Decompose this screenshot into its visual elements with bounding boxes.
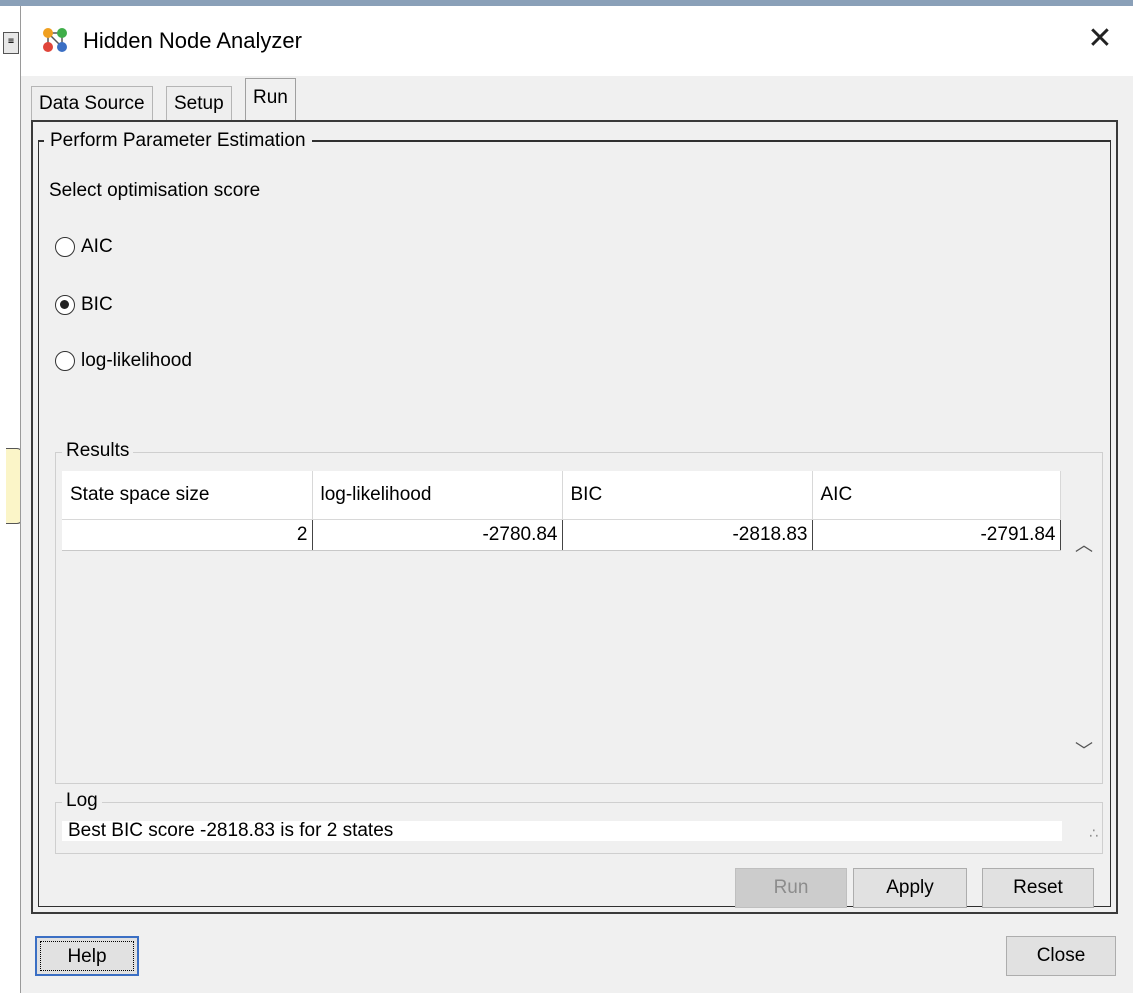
radio-aic[interactable]: AIC [55, 234, 113, 260]
results-legend: Results [62, 440, 134, 462]
window-title: Hidden Node Analyzer [83, 28, 302, 53]
parameter-estimation-group: Perform Parameter Estimation Select opti… [38, 130, 1111, 908]
radio-bic[interactable]: BIC [55, 292, 113, 318]
cell-log-likelihood[interactable]: -2780.84 [312, 519, 563, 551]
column-header-state-space-size[interactable]: State space size [62, 471, 313, 520]
app-network-icon [43, 28, 67, 52]
results-header-row: State space size log-likelihood BIC AIC [62, 471, 1061, 520]
tab-run[interactable]: Run [245, 78, 296, 120]
cell-aic[interactable]: -2791.84 [812, 519, 1061, 551]
radio-log-likelihood[interactable]: log-likelihood [55, 348, 192, 374]
results-table: State space size log-likelihood BIC AIC … [62, 471, 1061, 551]
title-bar: Hidden Node Analyzer ✕ [21, 6, 1133, 76]
results-group: Results State space size log-likelihood … [55, 440, 1103, 784]
radio-log-likelihood-circle[interactable] [55, 351, 75, 371]
close-button[interactable]: Close [1006, 936, 1116, 976]
apply-button[interactable]: Apply [853, 868, 967, 908]
cell-bic[interactable]: -2818.83 [562, 519, 813, 551]
scroll-down-icon[interactable]: ﹀ [1074, 741, 1094, 761]
tab-data-source[interactable]: Data Source [31, 86, 153, 120]
run-tab-panel: Perform Parameter Estimation Select opti… [31, 120, 1118, 914]
cell-state-space-size[interactable]: 2 [62, 519, 313, 551]
reset-button[interactable]: Reset [982, 868, 1094, 908]
log-group: Log Best BIC score -2818.83 is for 2 sta… [55, 790, 1103, 854]
radio-bic-circle[interactable] [55, 295, 75, 315]
hidden-node-analyzer-dialog: Hidden Node Analyzer ✕ Data Source Setup… [20, 6, 1133, 993]
column-header-bic[interactable]: BIC [562, 471, 813, 520]
score-prompt: Select optimisation score [49, 180, 261, 201]
column-header-log-likelihood[interactable]: log-likelihood [312, 471, 563, 520]
close-window-icon[interactable]: ✕ [1085, 24, 1115, 54]
table-row[interactable]: 2 -2780.84 -2818.83 -2791.84 [62, 519, 1061, 551]
radio-bic-label: BIC [81, 294, 113, 315]
parameter-estimation-legend: Perform Parameter Estimation [44, 130, 312, 152]
log-legend: Log [62, 790, 102, 812]
tab-setup[interactable]: Setup [166, 86, 232, 120]
background-tool-icon: ≡ [3, 32, 19, 54]
radio-aic-circle[interactable] [55, 237, 75, 257]
run-button[interactable]: Run [735, 868, 847, 908]
focus-ring [40, 941, 134, 971]
scroll-up-icon[interactable]: ︿ [1074, 535, 1094, 555]
radio-log-likelihood-label: log-likelihood [81, 350, 192, 371]
radio-aic-label: AIC [81, 236, 113, 257]
resize-grip-icon[interactable]: ∴ [1089, 825, 1098, 842]
help-button[interactable]: Help [35, 936, 139, 976]
column-header-aic[interactable]: AIC [812, 471, 1061, 520]
log-text: Best BIC score -2818.83 is for 2 states [62, 821, 1062, 841]
